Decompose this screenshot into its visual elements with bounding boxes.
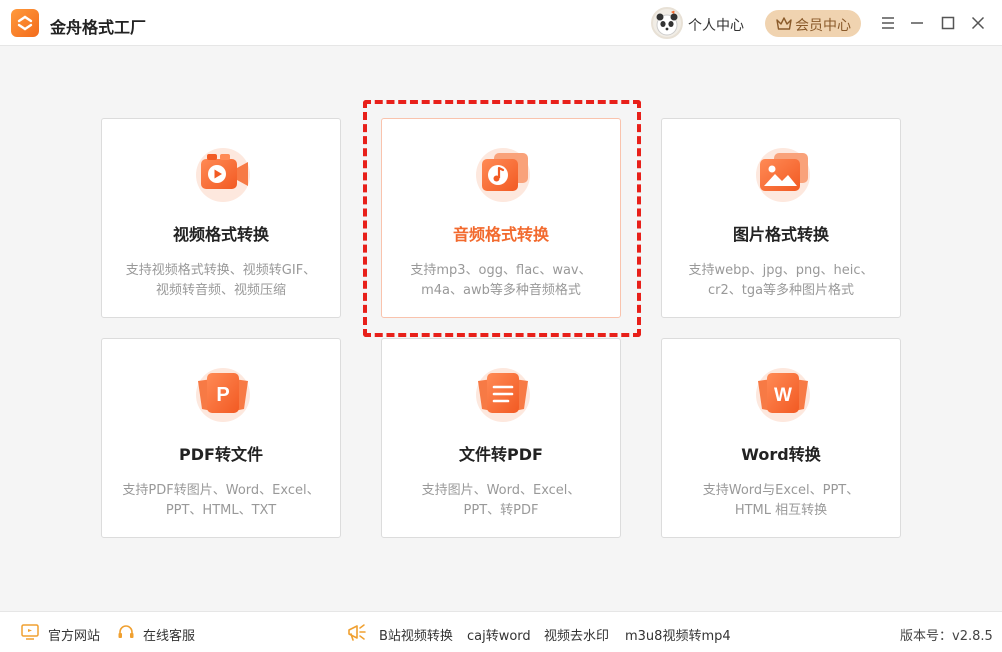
card-description-line: 支持webp、jpg、png、heic、: [688, 263, 874, 278]
menu-button[interactable]: [879, 14, 897, 32]
card-description: 支持webp、jpg、png、heic、 cr2、tga等多种图片格式: [672, 261, 890, 301]
app-title: 金舟格式工厂: [50, 18, 147, 37]
footer-link-caj-to-word[interactable]: caj转word: [467, 625, 531, 644]
avatar[interactable]: [651, 7, 683, 39]
card-description-line: 支持PDF转图片、Word、Excel、: [122, 483, 320, 498]
audio-icon: [476, 148, 530, 202]
close-button[interactable]: [969, 14, 987, 32]
card-description-line: m4a、awb等多种音频格式: [421, 283, 581, 298]
card-title: Word转换: [741, 445, 821, 464]
card-video-convert[interactable]: 视频格式转换 支持视频格式转换、视频转GIF、 视频转音频、视频压缩: [101, 118, 341, 318]
card-description-line: 支持Word与Excel、PPT、: [702, 483, 860, 498]
title-bar: 金舟格式工厂 个人中心 会员中心: [0, 0, 1002, 46]
footer-bar: 官方网站 在线客服 B站视频转换 caj转word 视频去水印 m3u8视频转m…: [0, 611, 1002, 652]
pdf-icon: P: [196, 368, 250, 422]
card-description-line: PPT、HTML、TXT: [165, 503, 277, 518]
card-image-convert[interactable]: 图片格式转换 支持webp、jpg、png、heic、 cr2、tga等多种图片…: [661, 118, 901, 318]
maximize-icon: [941, 16, 955, 30]
word-icon: W: [756, 368, 810, 422]
card-description-line: 支持mp3、ogg、flac、wav、: [410, 263, 592, 278]
image-icon: [756, 148, 810, 202]
card-title: 视频格式转换: [172, 225, 269, 244]
crown-icon: [776, 17, 792, 30]
minimize-icon: [911, 22, 923, 24]
card-audio-convert[interactable]: 音频格式转换 支持mp3、ogg、flac、wav、 m4a、awb等多种音频格…: [381, 118, 621, 318]
megaphone-icon: [348, 624, 366, 641]
card-title: 音频格式转换: [452, 225, 549, 244]
headset-icon: [118, 625, 134, 638]
footer-link-remove-watermark[interactable]: 视频去水印: [544, 625, 609, 644]
card-description: 支持mp3、ogg、flac、wav、 m4a、awb等多种音频格式: [392, 261, 610, 301]
card-description-line: 支持视频格式转换、视频转GIF、: [125, 263, 317, 278]
card-file-to-pdf[interactable]: 文件转PDF 支持图片、Word、Excel、 PPT、转PDF: [381, 338, 621, 538]
card-description-line: 视频转音频、视频压缩: [155, 283, 286, 298]
card-title: 文件转PDF: [459, 445, 543, 464]
card-description: 支持Word与Excel、PPT、 HTML 相互转换: [672, 481, 890, 521]
online-service-link[interactable]: 在线客服: [143, 625, 195, 644]
card-pdf-to-file[interactable]: P PDF转文件 支持PDF转图片、Word、Excel、 PPT、HTML、T…: [101, 338, 341, 538]
card-description: 支持PDF转图片、Word、Excel、 PPT、HTML、TXT: [112, 481, 330, 521]
monitor-icon: [21, 624, 39, 640]
app-logo-icon: [11, 9, 39, 37]
video-icon: [196, 148, 250, 202]
svg-text:W: W: [774, 385, 792, 406]
card-title: PDF转文件: [179, 445, 263, 464]
panda-avatar-icon: [656, 10, 678, 36]
version-label: 版本号：v2.8.5: [900, 629, 993, 644]
file-icon: [476, 368, 530, 422]
card-description-line: HTML 相互转换: [734, 503, 828, 518]
card-description-line: PPT、转PDF: [463, 503, 539, 518]
card-description-line: cr2、tga等多种图片格式: [707, 283, 855, 298]
footer-link-m3u8-to-mp4[interactable]: m3u8视频转mp4: [625, 625, 731, 644]
card-description-line: 支持图片、Word、Excel、: [421, 483, 581, 498]
maximize-button[interactable]: [939, 14, 957, 32]
card-word-convert[interactable]: W Word转换 支持Word与Excel、PPT、 HTML 相互转换: [661, 338, 901, 538]
personal-center-link[interactable]: 个人中心: [688, 15, 744, 35]
card-title: 图片格式转换: [732, 225, 829, 244]
card-description: 支持图片、Word、Excel、 PPT、转PDF: [392, 481, 610, 521]
vip-center-label: 会员中心: [795, 18, 851, 34]
menu-icon: [882, 17, 894, 29]
close-icon: [971, 16, 985, 30]
vip-center-button[interactable]: 会员中心: [765, 10, 861, 37]
footer-link-bilibili[interactable]: B站视频转换: [379, 625, 453, 644]
minimize-button[interactable]: [908, 14, 926, 32]
card-description: 支持视频格式转换、视频转GIF、 视频转音频、视频压缩: [112, 261, 330, 301]
svg-text:P: P: [216, 384, 229, 406]
official-site-link[interactable]: 官方网站: [48, 625, 100, 644]
